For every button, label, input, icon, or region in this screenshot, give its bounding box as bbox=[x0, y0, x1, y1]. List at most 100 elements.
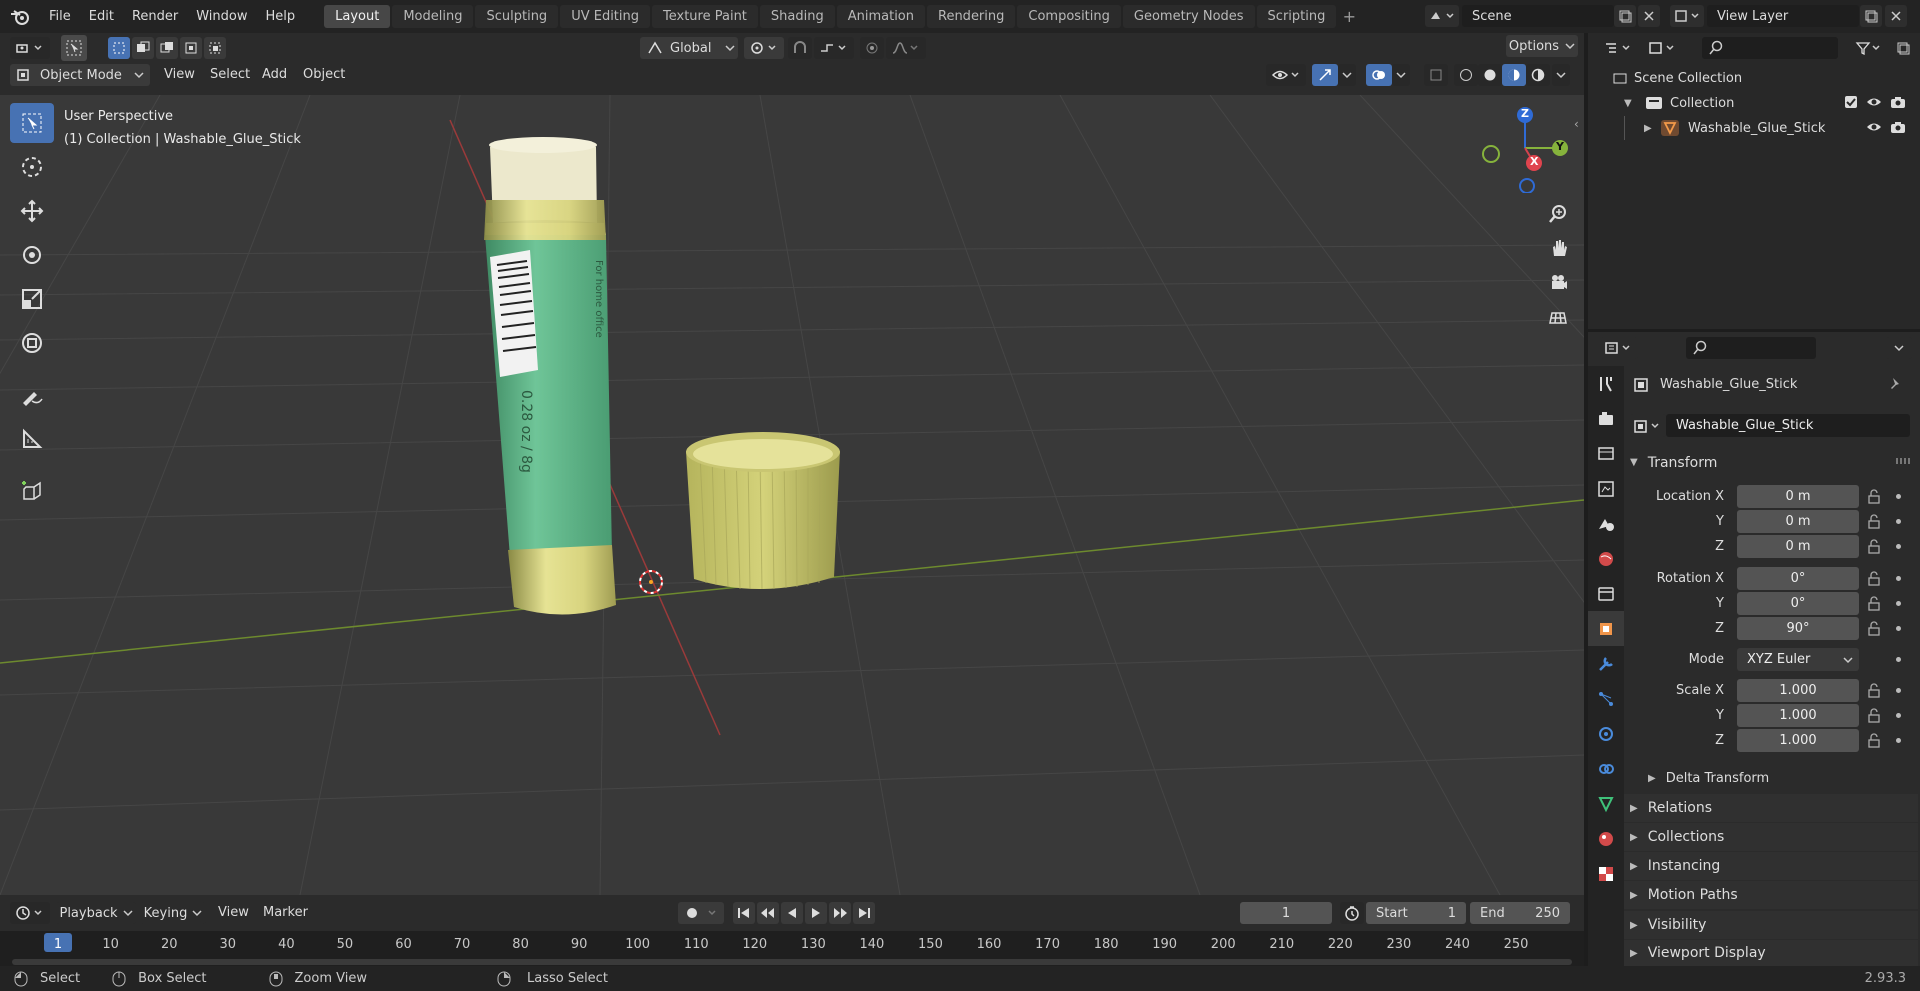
collections-panel[interactable]: ▶ Collections bbox=[1624, 823, 1918, 851]
add-workspace-button[interactable]: + bbox=[1338, 7, 1360, 26]
camera-view-icon[interactable] bbox=[1541, 265, 1575, 299]
shading-rendered-icon[interactable] bbox=[1526, 64, 1550, 86]
select-mode-extend-icon[interactable] bbox=[132, 37, 154, 59]
object-name-field[interactable]: Washable_Glue_Stick bbox=[1666, 414, 1910, 437]
menu-object[interactable]: Object bbox=[297, 64, 351, 86]
preview-range-icon[interactable] bbox=[1340, 902, 1364, 924]
keyframe-dot[interactable] bbox=[1896, 688, 1901, 693]
pan-view-icon[interactable] bbox=[1541, 231, 1575, 265]
menu-file[interactable]: File bbox=[40, 0, 80, 33]
measure-tool-icon[interactable] bbox=[10, 419, 54, 459]
keying-menu[interactable]: Keying bbox=[140, 902, 206, 924]
pivot-point-icon[interactable] bbox=[744, 37, 784, 59]
timeline-marker-menu[interactable]: Marker bbox=[257, 902, 314, 924]
modifier-tab-icon[interactable] bbox=[1588, 646, 1624, 681]
output-tab-icon[interactable] bbox=[1588, 436, 1624, 471]
delta-transform-subpanel[interactable]: ▶ Delta Transform bbox=[1648, 767, 1769, 790]
lock-icon[interactable] bbox=[1866, 683, 1882, 699]
new-scene-icon[interactable] bbox=[1614, 5, 1636, 27]
transform-orientation-dropdown[interactable]: Global bbox=[640, 37, 738, 59]
object-browse-icon[interactable] bbox=[1630, 414, 1666, 437]
overlays-toggle-icon[interactable] bbox=[1366, 64, 1392, 86]
menu-add[interactable]: Add bbox=[256, 64, 293, 86]
tab-animation[interactable]: Animation bbox=[836, 5, 925, 28]
menu-render[interactable]: Render bbox=[123, 0, 187, 33]
menu-select[interactable]: Select bbox=[204, 64, 256, 86]
remove-view-layer-icon[interactable] bbox=[1885, 5, 1907, 27]
motion-paths-panel[interactable]: ▶ Motion Paths bbox=[1624, 881, 1918, 909]
options-dropdown[interactable]: Options bbox=[1506, 35, 1578, 57]
object-tab-icon[interactable] bbox=[1588, 611, 1624, 646]
menu-window[interactable]: Window bbox=[187, 0, 256, 33]
menu-help[interactable]: Help bbox=[257, 0, 305, 33]
overlays-dropdown-icon[interactable] bbox=[1392, 64, 1410, 86]
visibility-panel[interactable]: ▶ Visibility bbox=[1624, 911, 1918, 939]
tab-shading[interactable]: Shading bbox=[759, 5, 835, 28]
properties-editor-type-icon[interactable] bbox=[1600, 337, 1638, 359]
gizmo-toggle-icon[interactable] bbox=[1312, 64, 1338, 86]
pin-icon[interactable] bbox=[1887, 376, 1903, 392]
lock-icon[interactable] bbox=[1866, 733, 1882, 749]
keyframe-dot[interactable] bbox=[1896, 713, 1901, 718]
menu-edit[interactable]: Edit bbox=[80, 0, 123, 33]
zoom-view-icon[interactable] bbox=[1541, 197, 1575, 231]
scene-tab-icon[interactable] bbox=[1588, 506, 1624, 541]
3d-viewport[interactable]: For home office 0.28 oz / 8g bbox=[0, 95, 1584, 895]
xray-toggle-icon[interactable] bbox=[1424, 64, 1448, 86]
rotate-tool-icon[interactable] bbox=[10, 235, 54, 275]
display-mode-icon[interactable] bbox=[1644, 37, 1682, 59]
location-y-field[interactable]: 0 m bbox=[1737, 510, 1859, 533]
keyframe-dot[interactable] bbox=[1896, 601, 1901, 606]
tab-uv-editing[interactable]: UV Editing bbox=[560, 5, 651, 28]
outliner-search-input[interactable] bbox=[1702, 37, 1838, 59]
jump-end-icon[interactable] bbox=[853, 902, 875, 924]
select-tweak-icon[interactable] bbox=[61, 35, 87, 61]
filter-icon[interactable] bbox=[1850, 37, 1886, 59]
rotation-z-field[interactable]: 90° bbox=[1737, 617, 1859, 640]
tab-rendering[interactable]: Rendering bbox=[927, 5, 1016, 28]
keyframe-dot[interactable] bbox=[1896, 576, 1901, 581]
properties-options-icon[interactable] bbox=[1886, 337, 1912, 359]
gizmo-dropdown-icon[interactable] bbox=[1338, 64, 1356, 86]
start-frame-field[interactable]: Start 1 bbox=[1366, 902, 1466, 924]
select-mode-new-icon[interactable] bbox=[108, 37, 130, 59]
instancing-panel[interactable]: ▶ Instancing bbox=[1624, 852, 1918, 880]
collection-render-icon[interactable] bbox=[1890, 95, 1906, 109]
scale-x-field[interactable]: 1.000 bbox=[1737, 679, 1859, 702]
keyframe-dot[interactable] bbox=[1896, 738, 1901, 743]
lock-icon[interactable] bbox=[1866, 596, 1882, 612]
location-z-field[interactable]: 0 m bbox=[1737, 535, 1859, 558]
transform-panel-header[interactable]: ▼ Transform bbox=[1630, 451, 1717, 474]
rotation-mode-dropdown[interactable]: XYZ Euler bbox=[1737, 648, 1859, 671]
new-view-layer-icon[interactable] bbox=[1860, 5, 1882, 27]
menu-view[interactable]: View bbox=[158, 64, 201, 86]
keyframe-dot[interactable] bbox=[1896, 519, 1901, 524]
timeline-editor-type-icon[interactable] bbox=[10, 902, 50, 924]
object-render-icon[interactable] bbox=[1890, 120, 1906, 134]
viewport-display-panel[interactable]: ▶ Viewport Display bbox=[1624, 940, 1918, 966]
rotation-y-field[interactable]: 0° bbox=[1737, 592, 1859, 615]
scene-selector-icon[interactable] bbox=[1425, 5, 1459, 27]
keyframe-dot[interactable] bbox=[1896, 494, 1901, 499]
timeline-view-menu[interactable]: View bbox=[212, 902, 255, 924]
lock-icon[interactable] bbox=[1866, 514, 1882, 530]
navigation-gizmo[interactable]: Z Y X bbox=[1480, 103, 1570, 193]
snap-toggle-icon[interactable] bbox=[788, 37, 812, 59]
play-icon[interactable] bbox=[805, 902, 827, 924]
collection-visibility-icon[interactable] bbox=[1866, 95, 1882, 109]
tool-tab-icon[interactable] bbox=[1588, 366, 1624, 401]
playback-menu[interactable]: Playback bbox=[56, 902, 136, 924]
blender-logo-icon[interactable] bbox=[0, 8, 40, 26]
collection-exclude-checkbox[interactable] bbox=[1844, 95, 1858, 109]
proportional-edit-icon[interactable] bbox=[860, 37, 884, 59]
shading-dropdown-icon[interactable] bbox=[1552, 64, 1570, 86]
tab-compositing[interactable]: Compositing bbox=[1017, 5, 1121, 28]
expand-arrow-icon[interactable]: ▼ bbox=[1624, 98, 1638, 109]
scene-name-field[interactable]: Scene bbox=[1462, 5, 1614, 27]
physics-tab-icon[interactable] bbox=[1588, 716, 1624, 751]
world-tab-icon[interactable] bbox=[1588, 541, 1624, 576]
mode-dropdown[interactable]: Object Mode bbox=[10, 64, 150, 86]
scale-z-field[interactable]: 1.000 bbox=[1737, 729, 1859, 752]
tab-geometry-nodes[interactable]: Geometry Nodes bbox=[1122, 5, 1255, 28]
constraints-tab-icon[interactable] bbox=[1588, 751, 1624, 786]
